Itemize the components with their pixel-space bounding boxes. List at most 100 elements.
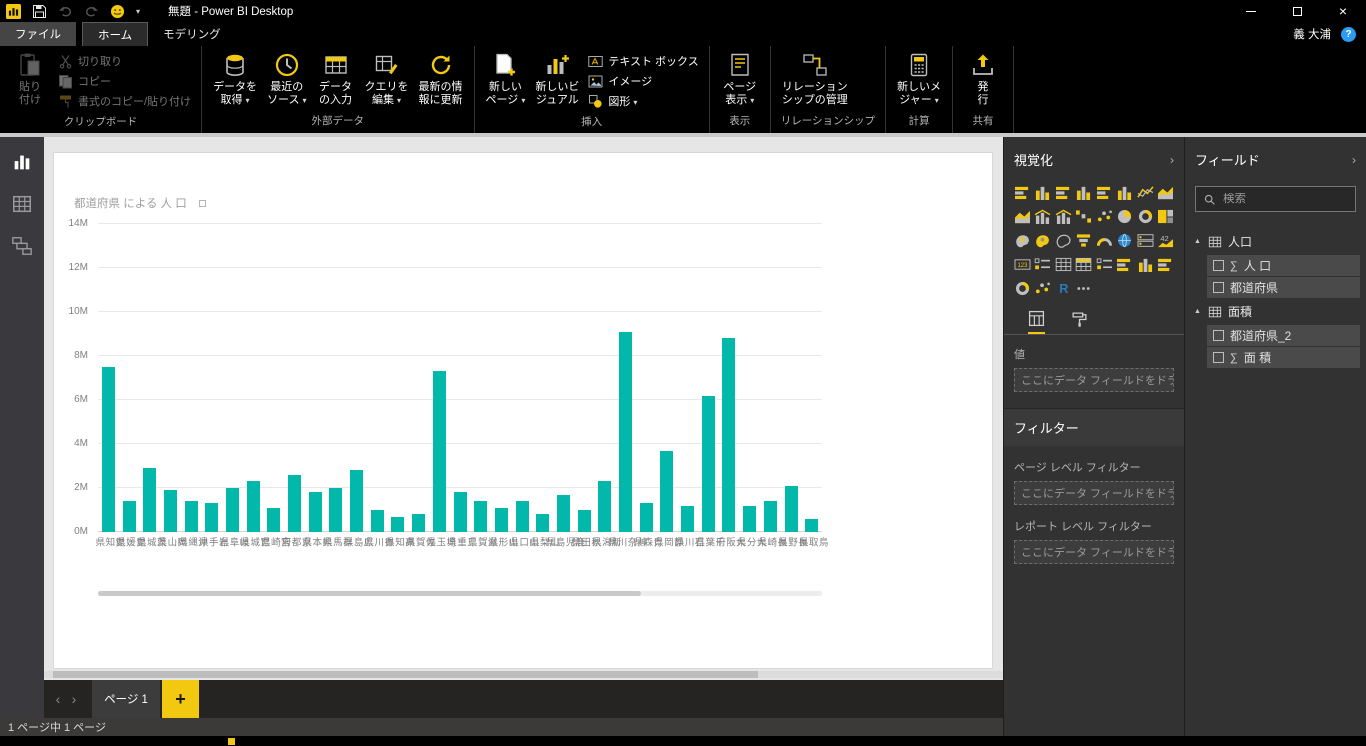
new-visual-button[interactable]: 新しいビ ジュアル — [531, 49, 583, 107]
signed-in-user[interactable]: 義 大浦 — [1293, 26, 1331, 42]
maximize-button[interactable] — [1274, 0, 1320, 22]
pin-visual-icon[interactable] — [198, 199, 206, 207]
expand-arrow-icon[interactable]: ▲ — [1193, 308, 1202, 315]
format-well-tab[interactable] — [1071, 310, 1088, 334]
table-row[interactable]: ▲ 人口 — [1185, 229, 1366, 254]
kpi-icon[interactable]: 42 — [1157, 233, 1174, 248]
multi-row-card-icon[interactable] — [1137, 233, 1154, 248]
bar-高知県[interactable] — [391, 516, 405, 532]
next-page-button[interactable]: › — [66, 680, 82, 718]
report-page[interactable]: 都道府県 による 人 口 0M 2M 4M 6M 8M 10M 12M 14M 愛知県 愛媛県茨… — [53, 152, 993, 669]
slicer-icon[interactable] — [1034, 257, 1051, 272]
treemap-icon[interactable] — [1157, 209, 1174, 224]
timeline-icon[interactable] — [1116, 257, 1133, 272]
bar-愛知県[interactable] — [101, 367, 115, 532]
recent-sources-button[interactable]: 最近の ソース ▾ — [263, 49, 310, 107]
tab-file[interactable]: ファイル — [0, 22, 76, 46]
word-cloud-icon[interactable] — [1034, 281, 1051, 296]
field-checkbox-icon[interactable] — [1213, 260, 1224, 271]
tab-modeling[interactable]: モデリング — [148, 22, 236, 46]
table-row[interactable]: ▲ 面積 — [1185, 299, 1366, 324]
cut-button[interactable]: 切り取り — [55, 52, 194, 70]
sidebar-item-model-view[interactable] — [9, 233, 35, 259]
minimize-button[interactable] — [1228, 0, 1274, 22]
100-stacked-bar-chart-icon[interactable] — [1096, 185, 1113, 200]
filled-map-icon[interactable] — [1034, 233, 1051, 248]
get-data-button[interactable]: データを 取得 ▾ — [209, 49, 261, 107]
waterfall-chart-icon[interactable] — [1075, 209, 1092, 224]
field-row[interactable]: 都道府県 — [1207, 277, 1360, 298]
prev-page-button[interactable]: ‹ — [50, 680, 66, 718]
bar-千葉県[interactable] — [701, 395, 715, 532]
table-icon[interactable] — [1055, 257, 1072, 272]
bar-滋賀県[interactable] — [474, 501, 488, 532]
report-canvas[interactable]: 都道府県 による 人 口 0M 2M 4M 6M 8M 10M 12M 14M 愛知県 愛媛県茨… — [44, 137, 1003, 680]
donut-chart-icon[interactable] — [1137, 209, 1154, 224]
manage-relationships-button[interactable]: リレーション シップの管理 — [778, 49, 852, 107]
bar-埼玉県[interactable] — [432, 371, 446, 532]
new-page-button[interactable]: 新しい ページ ▾ — [482, 49, 530, 107]
pie-chart-icon[interactable] — [1116, 209, 1133, 224]
report-filter-drop-area[interactable]: ここにデータ フィールドをドラッグ... — [1014, 540, 1174, 564]
field-checkbox-icon[interactable] — [1213, 282, 1224, 293]
close-button[interactable]: × — [1320, 0, 1366, 22]
bar-茨城県[interactable] — [143, 468, 157, 532]
sidebar-item-data-view[interactable] — [9, 191, 35, 217]
format-painter-button[interactable]: 書式のコピー/貼り付け — [55, 92, 194, 110]
tab-home[interactable]: ホーム — [82, 22, 149, 46]
bar-群馬県[interactable] — [329, 488, 343, 532]
text-box-button[interactable]: テキスト ボックス — [585, 52, 701, 70]
line-and-stacked-column-chart-icon[interactable] — [1034, 209, 1051, 224]
sunburst-icon[interactable] — [1014, 281, 1031, 296]
chart-scrollbar-thumb[interactable] — [98, 591, 641, 596]
bar-静岡県[interactable] — [660, 450, 674, 532]
copy-button[interactable]: コピー — [55, 72, 194, 90]
matrix-icon[interactable] — [1075, 257, 1092, 272]
bar-山口県[interactable] — [515, 501, 529, 532]
bar-鹿児島県[interactable] — [556, 494, 570, 532]
line-and-clustered-column-chart-icon[interactable] — [1055, 209, 1072, 224]
undo-button[interactable] — [58, 4, 73, 19]
field-row[interactable]: ∑ 人 口 — [1207, 255, 1360, 276]
chiclet-slicer-icon[interactable] — [1096, 257, 1113, 272]
field-row[interactable]: 都道府県_2 — [1207, 325, 1360, 346]
collapse-fields-icon[interactable]: › — [1352, 153, 1356, 167]
quick-access-caret-icon[interactable]: ▾ — [136, 7, 140, 16]
bar-鳥取県[interactable] — [805, 518, 819, 532]
gauge-icon[interactable] — [1096, 233, 1113, 248]
expand-arrow-icon[interactable]: ▲ — [1193, 238, 1202, 245]
bar-石川県[interactable] — [681, 505, 695, 532]
edit-queries-button[interactable]: クエリを 編集 ▾ — [361, 49, 413, 107]
bar-三重県[interactable] — [453, 492, 467, 532]
save-button[interactable] — [32, 4, 47, 19]
scatter-chart-icon[interactable] — [1096, 209, 1113, 224]
refresh-button[interactable]: 最新の情 報に更新 — [415, 49, 467, 107]
line-chart-icon[interactable] — [1137, 185, 1154, 200]
map-icon[interactable] — [1014, 233, 1031, 248]
bar-宮崎県[interactable] — [267, 507, 281, 532]
shape-map-icon[interactable] — [1055, 233, 1072, 248]
bar-宮城県[interactable] — [246, 481, 260, 532]
chart-scrollbar[interactable] — [98, 591, 822, 596]
bar-京都府[interactable] — [288, 474, 302, 532]
funnel-icon[interactable] — [1075, 233, 1092, 248]
100-stacked-column-chart-icon[interactable] — [1116, 185, 1133, 200]
bullet-chart-icon[interactable] — [1157, 257, 1174, 272]
page-view-button[interactable]: ページ 表示 ▾ — [717, 49, 763, 107]
stacked-bar-chart-icon[interactable] — [1014, 185, 1031, 200]
bar-山梨県[interactable] — [536, 514, 550, 532]
bar-秋田県[interactable] — [577, 510, 591, 532]
field-checkbox-icon[interactable] — [1213, 352, 1224, 363]
image-button[interactable]: イメージ — [585, 72, 701, 90]
more-options-icon[interactable] — [1075, 281, 1092, 296]
new-measure-button[interactable]: 新しいメ ジャー ▾ — [893, 49, 945, 107]
bar-愛媛県[interactable] — [122, 501, 136, 532]
bar-熊本県[interactable] — [308, 492, 322, 532]
publish-button[interactable]: 発 行 — [960, 49, 1006, 107]
bar-香川県[interactable] — [370, 510, 384, 532]
field-checkbox-icon[interactable] — [1213, 330, 1224, 341]
bar-大分県[interactable] — [743, 505, 757, 532]
sidebar-item-report-view[interactable] — [9, 149, 35, 175]
add-page-button[interactable]: + — [162, 680, 199, 718]
page-tab[interactable]: ページ 1 — [92, 680, 160, 718]
